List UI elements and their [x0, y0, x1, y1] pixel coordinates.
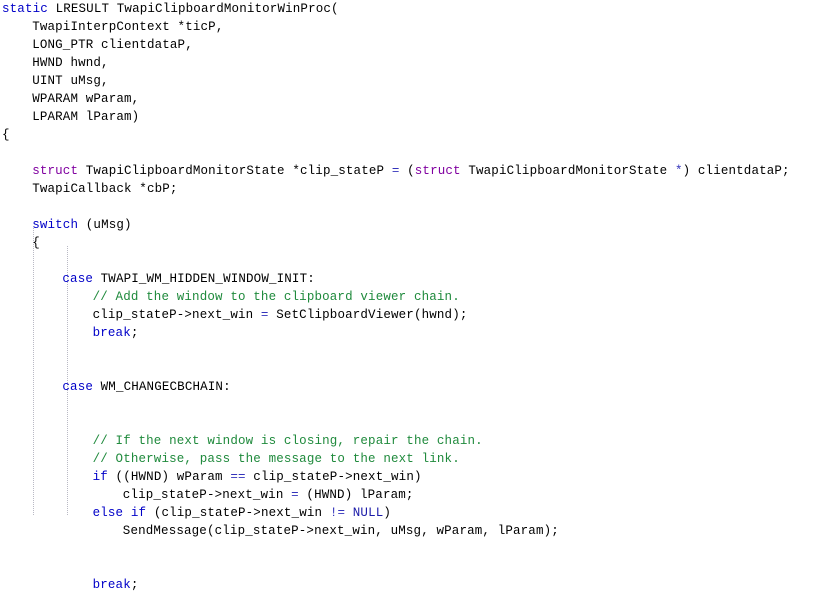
code-token-pln: {	[2, 128, 10, 142]
code-token-kw: if	[92, 470, 108, 484]
code-line[interactable]	[0, 558, 836, 576]
code-token-cmt: // If the next window is closing, repair…	[92, 434, 483, 448]
code-token-pln: UINT uMsg,	[32, 74, 109, 88]
code-token-kw2: struct	[414, 164, 461, 178]
code-token-pln: ;	[130, 578, 139, 592]
code-line[interactable]: case TWAPI_WM_HIDDEN_WINDOW_INIT:	[0, 270, 836, 288]
code-line[interactable]: static LRESULT TwapiClipboardMonitorWinP…	[0, 0, 836, 18]
code-token-op: =	[291, 488, 299, 502]
code-token-pln: TWAPI_WM_HIDDEN_WINDOW_INIT:	[93, 272, 315, 286]
code-line[interactable]: UINT uMsg,	[0, 72, 836, 90]
code-token-pln: TwapiClipboardMonitorState	[460, 164, 675, 178]
code-line[interactable]: switch (uMsg)	[0, 216, 836, 234]
code-line[interactable]: SendMessage(clip_stateP->next_win, uMsg,…	[0, 522, 836, 540]
code-line[interactable]	[0, 252, 836, 270]
code-token-pln: LPARAM lParam)	[32, 110, 140, 124]
code-token-pln: (HWND) lParam;	[298, 488, 414, 502]
code-line[interactable]: // Otherwise, pass the message to the ne…	[0, 450, 836, 468]
code-token-kw: case	[62, 272, 93, 286]
code-line[interactable]: {	[0, 234, 836, 252]
code-token-kw: static	[2, 2, 48, 16]
code-token-op: !=	[329, 506, 346, 520]
code-viewer[interactable]: static LRESULT TwapiClipboardMonitorWinP…	[0, 0, 836, 592]
code-token-pln: SetClipboardViewer(hwnd);	[268, 308, 468, 322]
code-token-pln: TwapiInterpContext *ticP,	[32, 20, 224, 34]
code-token-pln: clip_stateP->next_win	[92, 308, 261, 322]
code-token-kw: break	[92, 578, 131, 592]
code-line[interactable]	[0, 360, 836, 378]
code-token-pln: WPARAM wParam,	[32, 92, 140, 106]
code-token-pln: clip_stateP->next_win	[122, 488, 292, 502]
code-line[interactable]: clip_stateP->next_win = SetClipboardView…	[0, 306, 836, 324]
code-token-pln: LONG_PTR clientdataP,	[32, 38, 193, 52]
code-line[interactable]	[0, 540, 836, 558]
code-token-pln: (uMsg)	[78, 218, 132, 232]
code-line[interactable]: else if (clip_stateP->next_win != NULL)	[0, 504, 836, 522]
code-lines: static LRESULT TwapiClipboardMonitorWinP…	[0, 0, 836, 594]
code-line[interactable]	[0, 414, 836, 432]
code-token-op: *	[674, 164, 683, 178]
code-line[interactable]: TwapiInterpContext *ticP,	[0, 18, 836, 36]
code-line[interactable]: LPARAM lParam)	[0, 108, 836, 126]
code-token-op: ==	[230, 470, 246, 484]
code-token-kw: case	[62, 380, 93, 394]
code-token-pln: {	[32, 236, 40, 250]
code-token-pln: TwapiClipboardMonitorState *clip_stateP	[78, 164, 392, 178]
code-token-pln: HWND hwnd,	[32, 56, 109, 70]
code-token-op: =	[260, 308, 269, 322]
code-token-pln: ) clientdataP;	[682, 164, 790, 178]
code-token-pln: )	[383, 506, 392, 520]
code-token-kw: break	[92, 326, 131, 340]
code-line[interactable]	[0, 144, 836, 162]
code-token-pln: LRESULT TwapiClipboardMonitorWinProc(	[47, 2, 339, 16]
code-line[interactable]: HWND hwnd,	[0, 54, 836, 72]
code-token-pln: SendMessage(clip_stateP->next_win, uMsg,…	[122, 524, 559, 538]
code-line[interactable]: WPARAM wParam,	[0, 90, 836, 108]
code-line[interactable]: TwapiCallback *cbP;	[0, 180, 836, 198]
code-line[interactable]	[0, 342, 836, 360]
code-line[interactable]: case WM_CHANGECBCHAIN:	[0, 378, 836, 396]
code-token-pln: (clip_stateP->next_win	[146, 506, 330, 520]
code-token-kw: switch	[32, 218, 79, 232]
code-token-pln: (	[399, 164, 415, 178]
code-token-kw: if	[130, 506, 147, 520]
code-line[interactable]: break;	[0, 324, 836, 342]
code-token-pln: WM_CHANGECBCHAIN:	[93, 380, 231, 394]
code-line[interactable]: // Add the window to the clipboard viewe…	[0, 288, 836, 306]
code-token-kw: else	[92, 506, 124, 520]
code-token-cmt: // Add the window to the clipboard viewe…	[92, 290, 460, 304]
code-token-pln: clip_stateP->next_win)	[245, 470, 422, 484]
code-line[interactable]: LONG_PTR clientdataP,	[0, 36, 836, 54]
code-token-pln: ((HWND) wParam	[107, 470, 231, 484]
code-token-kw2: struct	[32, 164, 79, 178]
code-line[interactable]: if ((HWND) wParam == clip_stateP->next_w…	[0, 468, 836, 486]
code-token-const: NULL	[352, 506, 384, 520]
code-line[interactable]: struct TwapiClipboardMonitorState *clip_…	[0, 162, 836, 180]
code-line[interactable]: clip_stateP->next_win = (HWND) lParam;	[0, 486, 836, 504]
code-line[interactable]	[0, 396, 836, 414]
code-line[interactable]: {	[0, 126, 836, 144]
code-token-pln: ;	[130, 326, 139, 340]
code-token-pln	[345, 506, 353, 520]
code-token-pln	[123, 506, 131, 520]
code-line[interactable]	[0, 198, 836, 216]
code-token-pln: TwapiCallback *cbP;	[32, 182, 178, 196]
code-token-cmt: // Otherwise, pass the message to the ne…	[92, 452, 460, 466]
code-line[interactable]: break;	[0, 576, 836, 594]
code-line[interactable]: // If the next window is closing, repair…	[0, 432, 836, 450]
